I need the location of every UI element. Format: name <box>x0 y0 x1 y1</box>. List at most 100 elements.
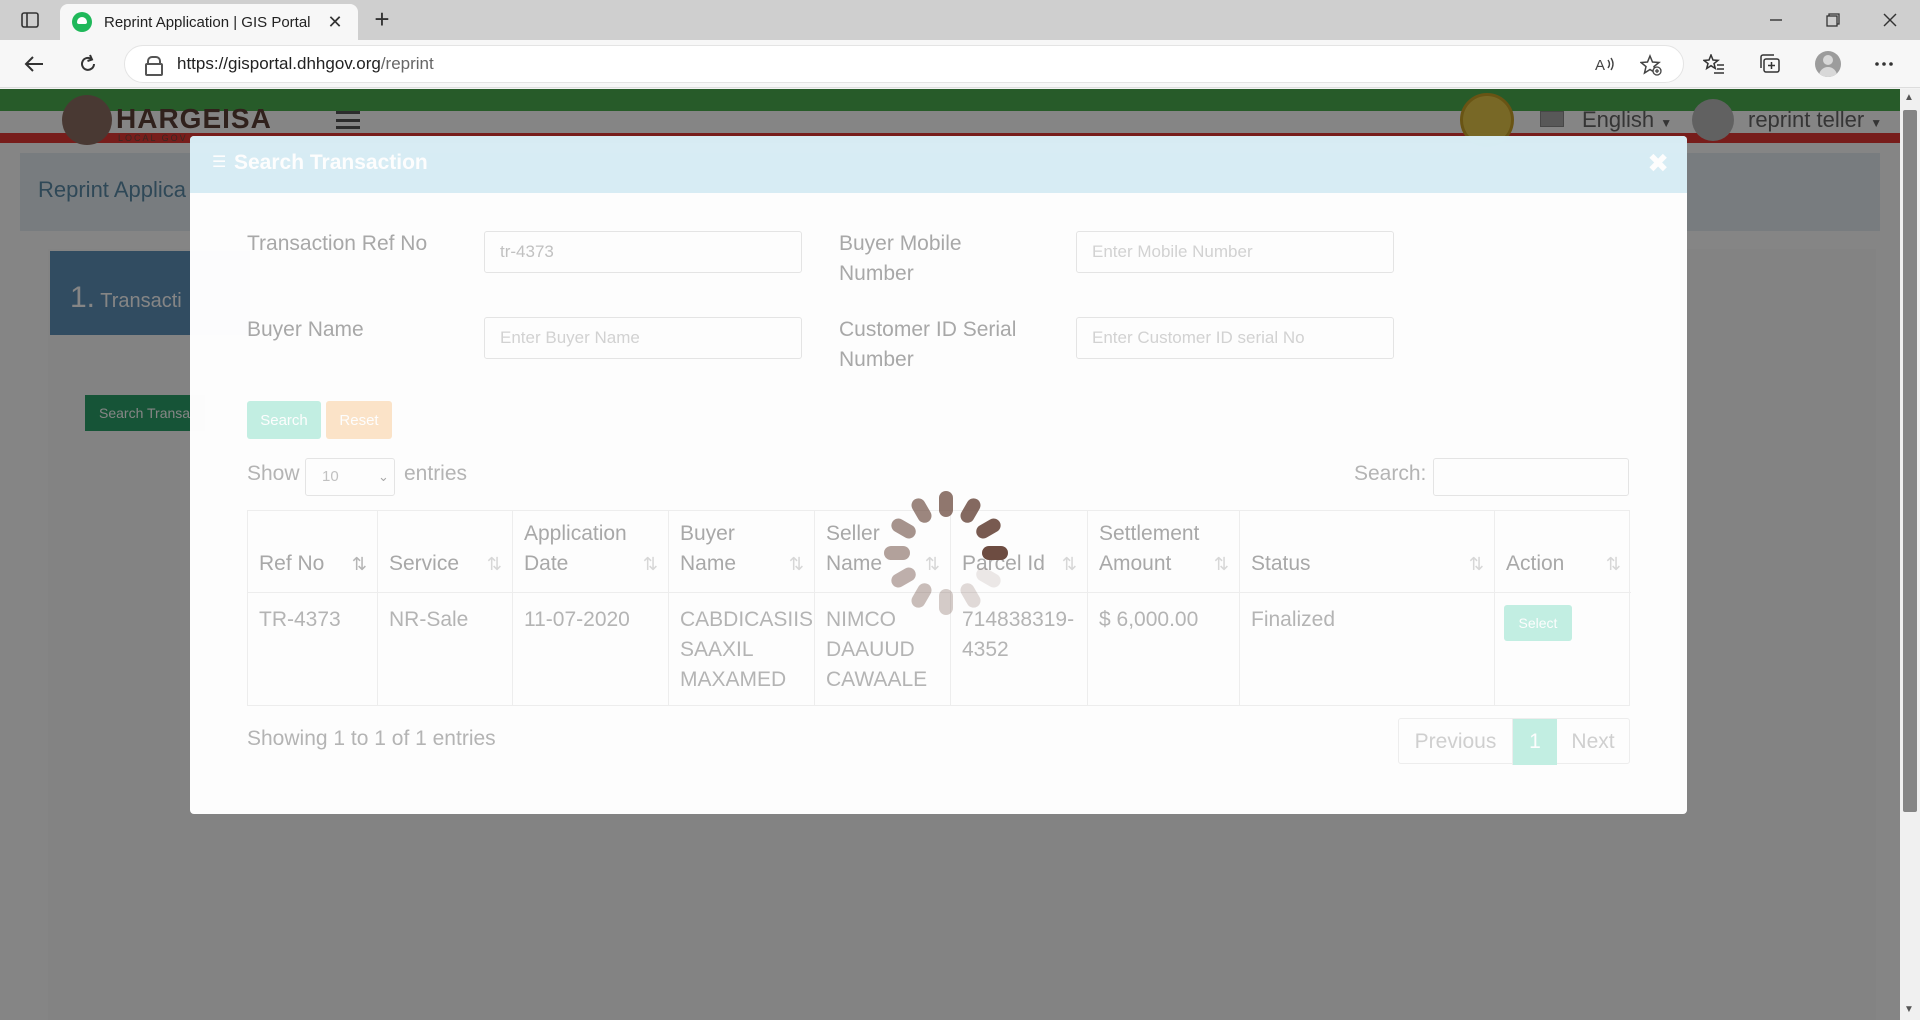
cell-text: Finalized <box>1251 608 1336 631</box>
browser-tab-bar: Reprint Application | GIS Portal ✕ + <box>0 0 1920 40</box>
restore-icon[interactable] <box>1805 0 1861 40</box>
column-header-label: Settlement Amount <box>1099 522 1200 575</box>
select-button[interactable]: Select <box>1504 605 1572 641</box>
sort-icon: ⇅ <box>1061 554 1077 574</box>
transaction-ref-input[interactable] <box>484 231 802 273</box>
cell-action: Select <box>1495 593 1631 705</box>
entries-label: entries <box>404 462 468 485</box>
sort-icon: ⇅ <box>1468 554 1484 574</box>
column-header-application-date[interactable]: Application Date ⇅ <box>513 511 669 593</box>
sort-icon: ⇅ <box>788 554 804 574</box>
cell-ref-no: TR-4373 <box>248 593 378 705</box>
spinner-segment <box>888 515 919 542</box>
chevron-down-icon: ⌄ <box>378 469 389 484</box>
minimize-icon[interactable] <box>1748 0 1804 40</box>
more-options-icon[interactable] <box>1868 49 1900 79</box>
column-header-service[interactable]: Service ⇅ <box>378 511 513 593</box>
spinner-segment <box>939 589 953 615</box>
spinner-segment <box>888 564 919 591</box>
customer-id-label: Customer ID Serial Number <box>839 318 1017 371</box>
url-host: https://gisportal.dhhgov.org <box>177 54 381 73</box>
spinner-segment <box>908 495 935 526</box>
spinner-segment <box>939 491 953 517</box>
column-header-label: Seller Name <box>826 522 883 575</box>
transaction-ref-label: Transaction Ref No <box>247 232 428 255</box>
site-favicon-icon <box>72 12 92 32</box>
column-header-label: Buyer Name <box>680 522 737 575</box>
search-button[interactable]: Search <box>247 401 321 439</box>
show-label: Show <box>247 462 300 485</box>
loading-spinner-icon <box>882 489 1010 617</box>
spinner-segment <box>973 564 1004 591</box>
table-search-label: Search: <box>1354 462 1427 485</box>
cell-application-date: 11-07-2020 <box>513 593 669 705</box>
cell-text: NIMCO DAAUUD CAWAALE <box>826 608 928 691</box>
favorites-icon[interactable] <box>1698 49 1730 79</box>
pagination-previous[interactable]: Previous <box>1399 719 1513 765</box>
buyer-name-label: Buyer Name <box>247 318 364 341</box>
cell-text: $ 6,000.00 <box>1099 608 1199 631</box>
column-header-status[interactable]: Status ⇅ <box>1240 511 1495 593</box>
address-bar: https://gisportal.dhhgov.org/reprint A <box>0 40 1920 88</box>
table-search-input[interactable] <box>1433 458 1629 496</box>
column-header-label: Service <box>389 552 460 575</box>
spinner-segment <box>982 546 1008 560</box>
spinner-segment <box>884 546 910 560</box>
browser-tab[interactable]: Reprint Application | GIS Portal ✕ <box>60 4 358 40</box>
customer-id-input[interactable] <box>1076 317 1394 359</box>
spinner-segment <box>908 580 935 611</box>
sort-icon: ⇅ <box>1605 554 1621 574</box>
cell-settlement-amount: $ 6,000.00 <box>1088 593 1240 705</box>
table-info: Showing 1 to 1 of 1 entries <box>247 727 496 750</box>
column-header-action[interactable]: Action ⇅ <box>1495 511 1631 593</box>
profile-icon[interactable] <box>1812 49 1844 79</box>
lock-icon[interactable] <box>145 56 163 76</box>
column-header-label: Action <box>1506 552 1565 575</box>
column-header-label: Status <box>1251 552 1311 575</box>
buyer-name-input[interactable] <box>484 317 802 359</box>
sort-ascending-icon: ⇅ <box>351 554 367 574</box>
pagination-next[interactable]: Next <box>1557 719 1629 765</box>
cell-text: 11-07-2020 <box>524 608 630 631</box>
reset-button[interactable]: Reset <box>326 401 392 439</box>
new-tab-button[interactable]: + <box>368 6 396 34</box>
column-header-label: Ref No <box>259 552 325 575</box>
cell-service: NR-Sale <box>378 593 513 705</box>
cell-text: NR-Sale <box>389 608 469 631</box>
modal-title: Search Transaction <box>234 151 428 174</box>
close-window-icon[interactable] <box>1862 0 1918 40</box>
column-header-ref-no[interactable]: Ref No ⇅ <box>248 511 378 593</box>
tab-actions-icon[interactable] <box>14 8 46 32</box>
reload-icon[interactable] <box>72 49 104 79</box>
cell-text: TR-4373 <box>259 608 341 631</box>
tab-close-icon[interactable]: ✕ <box>324 12 346 33</box>
scrollbar-thumb[interactable] <box>1903 110 1917 812</box>
add-favorite-icon[interactable] <box>1639 54 1663 76</box>
cell-text: CABDICASIIS SAAXIL MAXAMED <box>680 608 814 691</box>
sort-icon: ⇅ <box>642 554 658 574</box>
pagination-page-1[interactable]: 1 <box>1513 719 1557 765</box>
spinner-segment <box>973 515 1004 542</box>
url-path: /reprint <box>380 54 434 73</box>
modal-header: ☰ Search Transaction ✖ <box>190 136 1687 193</box>
search-transaction-modal: ☰ Search Transaction ✖ Transaction Ref N… <box>190 136 1687 814</box>
cell-buyer-name: CABDICASIIS SAAXIL MAXAMED <box>669 593 815 705</box>
url-field[interactable]: https://gisportal.dhhgov.org/reprint A <box>124 45 1684 83</box>
column-header-buyer-name[interactable]: Buyer Name ⇅ <box>669 511 815 593</box>
sort-icon: ⇅ <box>486 554 502 574</box>
spinner-segment <box>957 580 984 611</box>
back-icon[interactable] <box>18 49 50 79</box>
sort-icon: ⇅ <box>1213 554 1229 574</box>
scroll-down-icon[interactable]: ▼ <box>1904 1004 1914 1015</box>
column-header-label: Application Date <box>524 522 627 575</box>
read-aloud-icon[interactable]: A <box>1593 54 1617 76</box>
cell-status: Finalized <box>1240 593 1495 705</box>
buyer-mobile-label: Buyer Mobile Number <box>839 232 962 285</box>
pagination: Previous 1 Next <box>1398 718 1630 765</box>
column-header-settlement-amount[interactable]: Settlement Amount ⇅ <box>1088 511 1240 593</box>
buyer-mobile-input[interactable] <box>1076 231 1394 273</box>
close-icon[interactable]: ✖ <box>1647 148 1669 179</box>
tab-title: Reprint Application | GIS Portal <box>104 13 311 31</box>
collections-icon[interactable] <box>1754 49 1786 79</box>
scroll-up-icon[interactable]: ▲ <box>1904 92 1914 103</box>
